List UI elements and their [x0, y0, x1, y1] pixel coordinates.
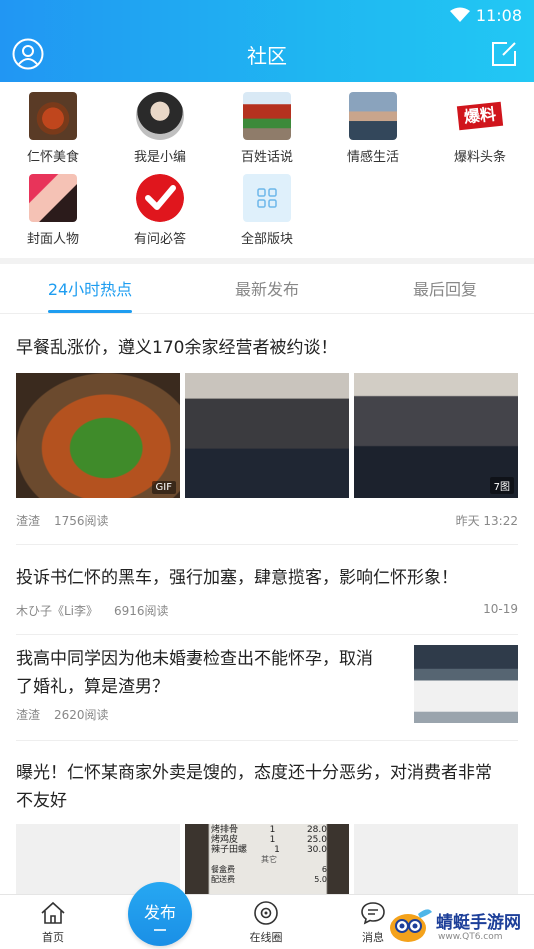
publish-dash	[154, 929, 166, 931]
post-author[interactable]: 渣渣	[16, 706, 40, 723]
category-label: 仁怀美食	[26, 150, 79, 165]
receipt-qty: 1	[269, 835, 276, 845]
receipt-text: 烤排骨 1 28.0 烤鸡皮 1 25.0 辣子田螺 1 30.0 其它 餐盒费 6 配送费 5…	[211, 825, 327, 885]
category-label: 封面人物	[26, 232, 79, 247]
receipt-item: 烤排骨	[211, 825, 239, 835]
watermark-text: 蜻蜓手游网	[436, 913, 521, 933]
tab-24h-hot[interactable]: 24小时热点	[10, 264, 170, 314]
receipt-item: 配送费	[211, 875, 235, 884]
row-divider	[16, 634, 518, 635]
category-editor[interactable]: 我是小编	[110, 86, 210, 170]
receipt-price: 30.0	[306, 845, 327, 855]
post-title[interactable]: 早餐乱涨价，遵义170余家经营者被约谈！	[16, 334, 337, 362]
category-baoliao[interactable]: 爆料 爆料头条	[430, 86, 530, 170]
watermark-url: www.QT6.com	[438, 932, 503, 942]
app-header: 11:08 社区	[0, 0, 534, 82]
receipt-item: 烤鸡皮	[211, 835, 239, 845]
post-title[interactable]: 曝光！仁怀某商家外卖是馊的，态度还十分恶劣，对消费者非常 不友好	[16, 759, 526, 815]
post-title-line: 曝光！仁怀某商家外卖是馊的，态度还十分恶劣，对消费者非常	[16, 763, 492, 783]
post-image[interactable]	[354, 824, 518, 894]
post-thumbnail[interactable]	[414, 645, 518, 723]
post-author[interactable]: 渣渣	[16, 512, 40, 529]
nav-online-circle[interactable]: 在线圈	[216, 895, 316, 949]
food-thumb	[29, 92, 77, 140]
post-title-line: 了婚礼，算是渣男？	[16, 677, 169, 697]
receipt-price: 25.0	[306, 835, 327, 845]
post-reads: 1756阅读	[54, 514, 109, 528]
receipt-row: 配送费 5.0	[211, 875, 327, 885]
nav-home[interactable]: 首页	[3, 895, 103, 949]
category-label: 我是小编	[133, 150, 186, 165]
category-label: 百姓话说	[240, 150, 293, 165]
receipt-row: 烤排骨 1 28.0	[211, 825, 327, 835]
category-renhuai-food[interactable]: 仁怀美食	[3, 86, 103, 170]
baoliao-thumb: 爆料	[456, 92, 504, 140]
receipt-item: 辣子田螺	[211, 845, 248, 855]
category-people-talk[interactable]: 百姓话说	[217, 86, 317, 170]
page-title: 社区	[247, 44, 287, 68]
post-title[interactable]: 我高中同学因为他未婚妻检查出不能怀孕，取消 了婚礼，算是渣男？	[16, 645, 401, 701]
receipt-row: 餐盒费 6	[211, 865, 327, 875]
receipt-image[interactable]: 烤排骨 1 28.0 烤鸡皮 1 25.0 辣子田螺 1 30.0 其它 餐盒费 6 配送费 5…	[185, 824, 349, 894]
row-divider	[16, 740, 518, 741]
chat-bubble-icon	[361, 902, 385, 925]
wifi-icon	[450, 7, 470, 22]
emotion-thumb	[349, 92, 397, 140]
image-count-badge: 7图	[489, 477, 514, 494]
home-icon	[41, 901, 65, 924]
tab-latest[interactable]: 最新发布	[187, 264, 347, 314]
gif-badge: GIF	[151, 481, 176, 494]
publish-button[interactable]: 发布	[128, 882, 192, 946]
category-emotion-life[interactable]: 情感生活	[323, 86, 423, 170]
receipt-row: 辣子田螺 1 30.0	[211, 845, 327, 855]
feed-tabs: 24小时热点 最新发布 最后回复	[0, 264, 534, 314]
nav-label: 在线圈	[249, 931, 283, 944]
post-reads: 2620阅读	[54, 708, 109, 722]
tab-last-reply[interactable]: 最后回复	[365, 264, 525, 314]
receipt-item: 餐盒费	[211, 865, 235, 874]
post-title[interactable]: 投诉书仁怀的黑车，强行加塞，肆意揽客，影响仁怀形象！	[16, 564, 526, 592]
grid-icon	[243, 174, 291, 222]
category-label: 情感生活	[346, 150, 399, 165]
receipt-other-label: 其它	[261, 855, 277, 864]
post-image[interactable]	[185, 373, 349, 498]
receipt-qty: 1	[274, 845, 280, 855]
nav-label: 首页	[42, 931, 64, 944]
cover-person-thumb	[29, 174, 77, 222]
editors-thumb	[136, 92, 184, 140]
compose-icon[interactable]	[490, 40, 518, 68]
post-title-line: 我高中同学因为他未婚妻检查出不能怀孕，取消	[16, 649, 373, 669]
category-grid: 仁怀美食 我是小编 百姓话说 情感生活 爆料 爆料头条 封面人物 有问必答 全部…	[0, 84, 534, 256]
receipt-price: 5.0	[314, 875, 327, 884]
post-reads: 6916阅读	[114, 604, 169, 618]
category-label: 有问必答	[133, 232, 186, 247]
eye-icon	[254, 901, 278, 925]
receipt-qty: 1	[269, 825, 276, 835]
receipt-row: 烤鸡皮 1 25.0	[211, 835, 327, 845]
status-time: 11:08	[475, 6, 522, 25]
check-icon	[136, 174, 184, 222]
post-image[interactable]: 7图	[354, 373, 518, 498]
row-divider	[16, 544, 518, 545]
receipt-price: 28.0	[306, 825, 327, 835]
category-qa[interactable]: 有问必答	[110, 168, 210, 252]
publish-label: 发布	[143, 903, 176, 922]
post-time: 昨天 13:22	[455, 514, 518, 528]
pavilion-thumb	[243, 92, 291, 140]
post-author[interactable]: 木ひ子《Li李》	[16, 602, 98, 619]
dragonfly-logo-icon	[390, 909, 432, 942]
receipt-price: 6	[321, 865, 327, 874]
post-title-line: 不友好	[16, 791, 67, 811]
baoliao-logo-text: 爆料	[456, 101, 504, 131]
post-image[interactable]: GIF	[16, 373, 180, 498]
category-label: 全部版块	[240, 232, 293, 247]
category-all-boards[interactable]: 全部版块	[217, 168, 317, 252]
post-time: 10-19	[483, 602, 518, 616]
category-cover-person[interactable]: 封面人物	[3, 168, 103, 252]
site-watermark: 蜻蜓手游网 www.QT6.com	[388, 904, 528, 946]
category-label: 爆料头条	[453, 150, 506, 165]
active-tab-indicator	[48, 310, 132, 313]
